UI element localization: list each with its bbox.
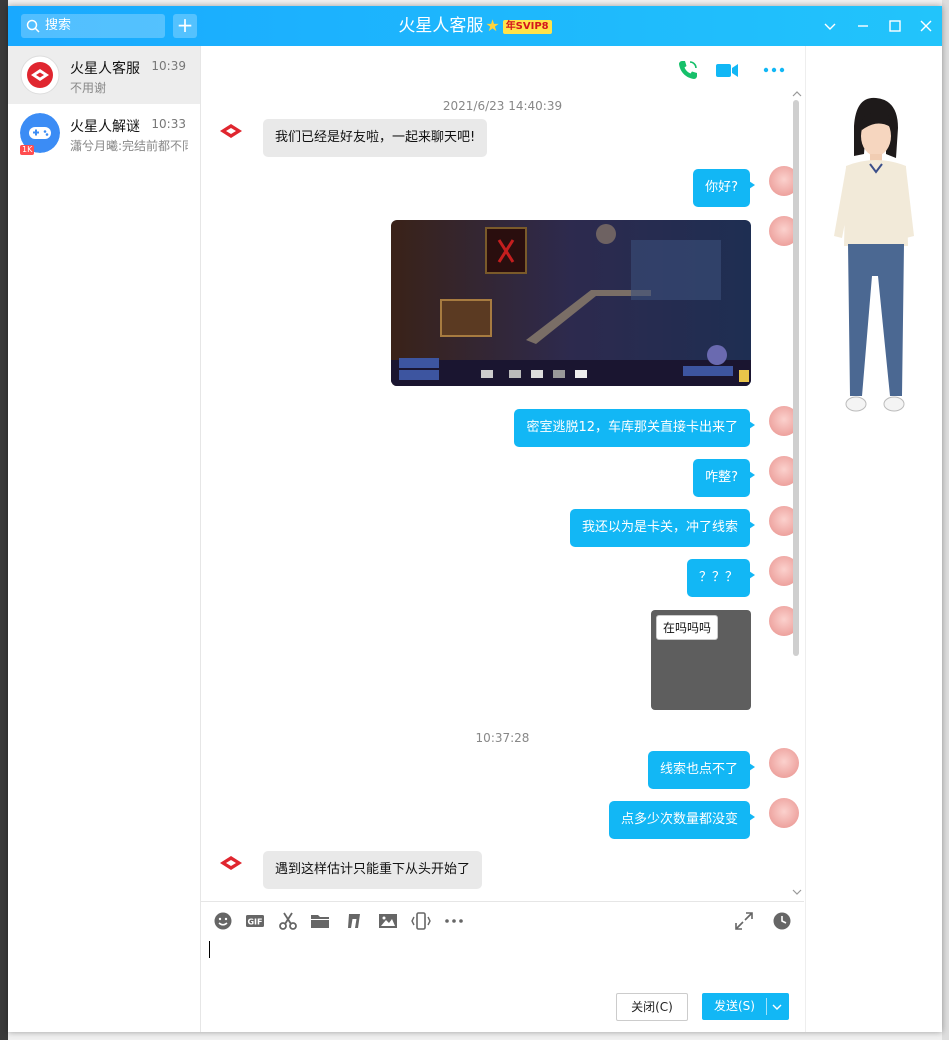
scroll-up-icon[interactable]	[792, 90, 802, 98]
gif-icon[interactable]: GIF	[245, 911, 265, 931]
character-figure	[834, 97, 914, 412]
scrollbar-thumb[interactable]	[793, 100, 799, 656]
chat-area: 2021/6/23 14:40:39 我们已经是好友啦，一起来聊天吧! 你好?	[201, 46, 804, 1032]
message-bubble: 点多少次数量都没变	[608, 801, 756, 839]
message-input[interactable]	[208, 944, 798, 984]
scissors-icon[interactable]	[278, 911, 298, 931]
maximize-icon[interactable]	[885, 16, 905, 36]
video-call-icon[interactable]	[714, 58, 740, 82]
game-screenshot-image[interactable]	[391, 220, 751, 386]
phone-icon[interactable]	[676, 58, 700, 82]
message-bubble: 密室逃脱12，车库那关直接卡出来了	[514, 409, 755, 447]
kefu-logo-icon	[220, 124, 242, 138]
send-label: 发送(S)	[714, 999, 755, 1013]
more-tools-icon[interactable]	[444, 911, 464, 931]
titlebar: 搜索 + 火星人客服 ★ 年SVIP8	[8, 6, 942, 46]
close-button[interactable]: 关闭(C)	[616, 993, 688, 1021]
contact-list: 火星人客服 10:39 不用谢 1K 火星人解谜 10:33 瀟兮月曦:完结前都…	[8, 46, 201, 1032]
avatar	[769, 748, 799, 778]
chevron-down-icon[interactable]	[820, 16, 840, 36]
contact-time: 10:39	[151, 59, 186, 73]
contact-name: 火星人解谜	[70, 119, 140, 135]
message-bubble: 咋整?	[693, 459, 755, 497]
contact-time: 10:33	[151, 117, 186, 131]
send-button[interactable]: 发送(S)	[702, 993, 789, 1020]
vip-badge: 年SVIP8	[502, 20, 552, 34]
folder-icon[interactable]	[310, 911, 330, 931]
image-icon[interactable]	[378, 911, 398, 931]
background-right	[942, 0, 949, 1040]
more-icon[interactable]	[762, 66, 786, 74]
chat-title: 火星人客服	[398, 16, 484, 36]
contact-name: 火星人客服	[70, 61, 140, 77]
timestamp: 2021/6/23 14:40:39	[442, 99, 563, 113]
contact-item-jiemi[interactable]: 1K 火星人解谜 10:33 瀟兮月曦:完结前都不同	[8, 104, 200, 162]
star-icon: ★	[485, 16, 500, 35]
message-bubble: 我们已经是好友啦，一起来聊天吧!	[263, 119, 488, 157]
card-label: 在吗吗吗	[656, 615, 719, 640]
contact-preview: 不用谢	[70, 81, 107, 95]
kefu-logo-icon	[220, 856, 242, 870]
unread-badge: 1K	[20, 145, 35, 155]
text-caret	[209, 941, 210, 958]
avatar	[769, 798, 799, 828]
message-bubble: 我还以为是卡关，冲了线索	[569, 509, 756, 547]
chat-window: 搜索 + 火星人客服 ★ 年SVIP8 火星人客服 10:39 不用谢 1K 火星人…	[8, 6, 942, 1032]
show-panel	[805, 46, 942, 1032]
forwarded-card[interactable]: 在吗吗吗	[651, 610, 751, 710]
timestamp: 10:37:28	[475, 731, 530, 745]
music-icon[interactable]	[344, 911, 364, 931]
message-bubble: 线索也点不了	[647, 751, 756, 789]
message-bubble: ？？？	[686, 559, 756, 597]
contact-item-kefu[interactable]: 火星人客服 10:39 不用谢	[8, 46, 200, 104]
chevron-down-icon[interactable]	[771, 1002, 783, 1012]
input-toolbar: GIF	[201, 901, 804, 938]
minimize-icon[interactable]	[853, 16, 873, 36]
history-clock-icon[interactable]	[772, 911, 792, 931]
svg-text:GIF: GIF	[247, 918, 262, 927]
send-divider	[766, 998, 767, 1015]
expand-icon[interactable]	[734, 911, 754, 931]
message-bubble: 遇到这样估计只能重下从头开始了	[263, 851, 483, 889]
emoji-icon[interactable]	[213, 911, 233, 931]
background-left	[0, 0, 8, 1040]
scroll-down-icon[interactable]	[792, 888, 802, 896]
contact-preview: 瀟兮月曦:完结前都不同	[70, 139, 188, 153]
shake-icon[interactable]	[411, 911, 431, 931]
message-bubble: 你好?	[693, 169, 755, 207]
avatar	[20, 55, 60, 95]
window-title: 火星人客服 ★ 年SVIP8	[8, 6, 942, 46]
close-icon[interactable]	[916, 16, 936, 36]
